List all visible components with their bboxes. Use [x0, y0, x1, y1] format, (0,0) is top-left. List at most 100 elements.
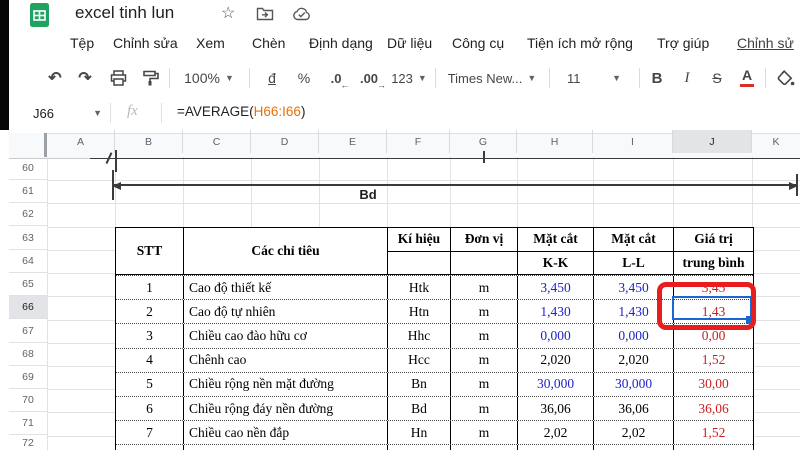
row-header-61[interactable]: 61	[9, 180, 47, 203]
cell[interactable]: 7	[116, 421, 184, 445]
italic-button[interactable]: I	[673, 60, 701, 96]
header-chi-tieu[interactable]: Các chỉ tiêu	[184, 228, 388, 274]
header-stt[interactable]: STT	[116, 228, 184, 274]
cell[interactable]: 36,06	[518, 396, 594, 421]
row-header-70[interactable]: 70	[9, 389, 47, 412]
cell[interactable]: Chiều rộng đáy nền đường	[184, 396, 388, 421]
cell[interactable]: 6	[116, 396, 184, 421]
cell[interactable]: 2,02	[594, 421, 674, 445]
cell[interactable]: 4	[116, 348, 184, 372]
percent-format-button[interactable]: %	[289, 60, 319, 96]
column-header-e[interactable]: E	[319, 130, 387, 153]
cell[interactable]: 3,450	[518, 276, 594, 300]
cell[interactable]: 1:1	[388, 445, 451, 450]
cell[interactable]: 0,000	[518, 324, 594, 348]
column-header-a[interactable]: A	[47, 130, 115, 153]
menu-extensions[interactable]: Tiện ích mở rộng	[527, 35, 633, 51]
menu-edit[interactable]: Chỉnh sửa	[113, 35, 178, 51]
fill-color-button[interactable]	[771, 60, 800, 96]
sheets-logo-icon[interactable]	[30, 3, 49, 27]
cell[interactable]: Bn	[388, 372, 451, 396]
print-button[interactable]	[103, 60, 133, 96]
cell[interactable]: 36,06	[674, 397, 753, 420]
row-header-65[interactable]: 65	[9, 273, 47, 296]
column-header-i[interactable]: I	[593, 130, 673, 153]
cell[interactable]: 30,00	[674, 373, 753, 396]
cell[interactable]: Hn	[388, 421, 451, 445]
row-header-67[interactable]: 67	[9, 320, 47, 343]
paint-format-button[interactable]	[135, 60, 165, 96]
cell[interactable]: m	[451, 276, 518, 300]
star-icon[interactable]: ☆	[221, 3, 235, 23]
menu-insert[interactable]: Chèn	[252, 35, 285, 51]
decrease-decimal-button[interactable]: .0 ←	[321, 60, 351, 96]
row-header-69[interactable]: 69	[9, 366, 47, 389]
column-header-b[interactable]: B	[115, 130, 183, 153]
header-don-vi[interactable]: Đơn vị	[451, 228, 518, 274]
menu-tools[interactable]: Công cụ	[452, 35, 504, 51]
column-header-f[interactable]: F	[387, 130, 450, 153]
cell[interactable]: 2	[116, 300, 184, 324]
cell[interactable]: Cao độ tự nhiên	[184, 300, 388, 324]
cell[interactable]: 1,52	[674, 421, 753, 444]
cell[interactable]: 3	[116, 324, 184, 348]
increase-decimal-button[interactable]: .00 →	[353, 60, 386, 96]
cell[interactable]: Chiều rộng nền mặt đường	[184, 372, 388, 396]
row-header-60[interactable]: 60	[9, 157, 47, 180]
undo-button[interactable]: ↶	[41, 60, 69, 96]
row-header-64[interactable]: 64	[9, 250, 47, 273]
header-mat-cat-ll[interactable]: Mặt cắt L-L	[594, 228, 674, 274]
menu-view[interactable]: Xem	[196, 35, 225, 51]
cell[interactable]: 30,000	[518, 372, 594, 396]
column-header-j-selected[interactable]: J	[673, 130, 752, 153]
row-header-62[interactable]: 62	[9, 203, 47, 226]
column-header-g[interactable]: G	[450, 130, 517, 153]
cell[interactable]: Htn	[388, 300, 451, 324]
cell[interactable]: Hhc	[388, 324, 451, 348]
font-size-select[interactable]: 11 ▼	[555, 60, 633, 96]
cell[interactable]: m	[451, 421, 518, 445]
text-color-button[interactable]: A	[733, 60, 761, 96]
column-header-d[interactable]: D	[251, 130, 319, 153]
last-edit-link[interactable]: Chỉnh sử	[737, 35, 794, 51]
cell[interactable]: 2,020	[594, 348, 674, 372]
cell[interactable]: Htk	[388, 276, 451, 300]
cell[interactable]: m	[451, 324, 518, 348]
name-box[interactable]: J66 ▼	[9, 96, 110, 130]
header-ky-hieu[interactable]: Kí hiệu	[388, 228, 451, 274]
menu-data[interactable]: Dữ liệu	[387, 35, 432, 51]
menu-file[interactable]: Tệp	[70, 35, 94, 51]
row-header-72[interactable]: 72	[9, 436, 47, 450]
cell[interactable]: Bd	[388, 396, 451, 421]
cell[interactable]: m	[451, 372, 518, 396]
cloud-saved-icon[interactable]	[292, 6, 312, 22]
move-folder-icon[interactable]	[256, 6, 274, 22]
row-header-68[interactable]: 68	[9, 343, 47, 366]
bold-button[interactable]: B	[643, 60, 671, 96]
cell[interactable]: Chiều cao nền đắp	[184, 421, 388, 445]
cell[interactable]: 1,50	[594, 445, 674, 450]
column-header-c[interactable]: C	[183, 130, 251, 153]
document-title[interactable]: excel tinh lun	[75, 3, 174, 23]
cell[interactable]: 1,430	[518, 300, 594, 324]
cell[interactable]: 2,020	[518, 348, 594, 372]
cell[interactable]: 2,02	[518, 421, 594, 445]
header-mat-cat-kk[interactable]: Mặt cắt K-K	[518, 228, 594, 274]
cell[interactable]: Hcc	[388, 348, 451, 372]
cell[interactable]: 1,52	[674, 349, 753, 372]
cell[interactable]: Hệ số mái dốc ta luy đắp đất	[184, 445, 388, 450]
cell[interactable]: m	[451, 396, 518, 421]
currency-format-button[interactable]: đ	[257, 60, 287, 96]
more-formats-button[interactable]: 123 ▼	[387, 60, 431, 96]
cell[interactable]: 1,50	[674, 445, 753, 450]
row-header-66-selected[interactable]: 66	[9, 296, 47, 319]
column-header-k[interactable]: K	[752, 130, 800, 153]
cell[interactable]: Chênh cao	[184, 348, 388, 372]
cell[interactable]: 30,000	[594, 372, 674, 396]
cell[interactable]: m	[451, 348, 518, 372]
row-header-71[interactable]: 71	[9, 412, 47, 435]
cell[interactable]: 1,50	[518, 445, 594, 450]
select-all-corner[interactable]	[9, 133, 47, 157]
cell[interactable]: 5	[116, 372, 184, 396]
font-name-select[interactable]: Times New... ▼	[441, 60, 543, 96]
